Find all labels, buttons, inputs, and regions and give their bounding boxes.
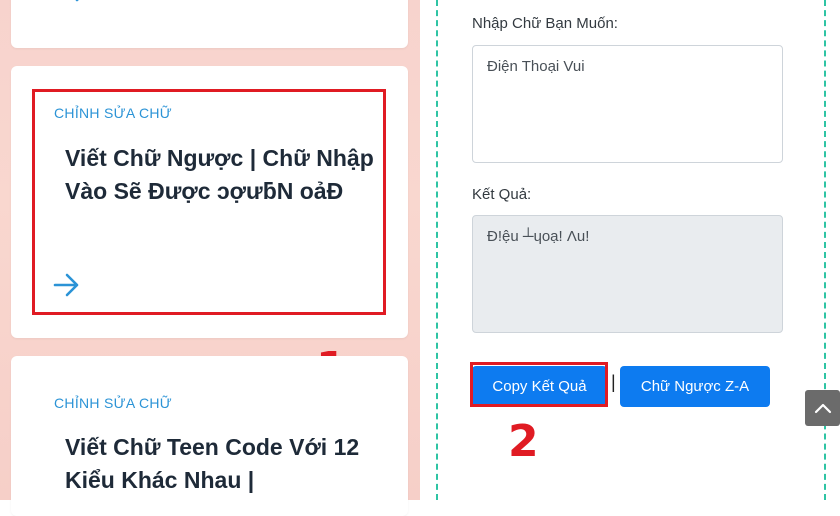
arrow-right-icon[interactable]	[61, 0, 89, 8]
step-number-2: 2	[508, 416, 539, 467]
result-output-field[interactable]: Đ!ệu ┴ɥoạ! Λu!	[472, 215, 783, 333]
highlight-box-step-2	[470, 362, 608, 407]
card-category-tag[interactable]: CHỈNH SỬA CHỮ	[54, 395, 172, 411]
result-label: Kết Quả:	[472, 186, 532, 203]
reverse-text-button[interactable]: Chữ Ngược Z-A	[620, 366, 770, 407]
highlight-box-step-1	[32, 89, 386, 315]
chevron-up-icon	[814, 403, 831, 414]
card-title[interactable]: Viết Chữ Teen Code Với 12 Kiểu Khác Nhau…	[65, 431, 385, 497]
text-input-field[interactable]: Điện Thoại Vui	[472, 45, 783, 163]
scroll-to-top-button[interactable]	[805, 390, 840, 426]
input-label: Nhập Chữ Bạn Muốn:	[472, 15, 618, 32]
article-card-previous[interactable]	[11, 0, 408, 48]
tool-panel-border-left	[436, 0, 438, 500]
button-separator: |	[611, 372, 616, 392]
article-card-teen-code[interactable]: CHỈNH SỬA CHỮ Viết Chữ Teen Code Với 12 …	[11, 356, 408, 516]
